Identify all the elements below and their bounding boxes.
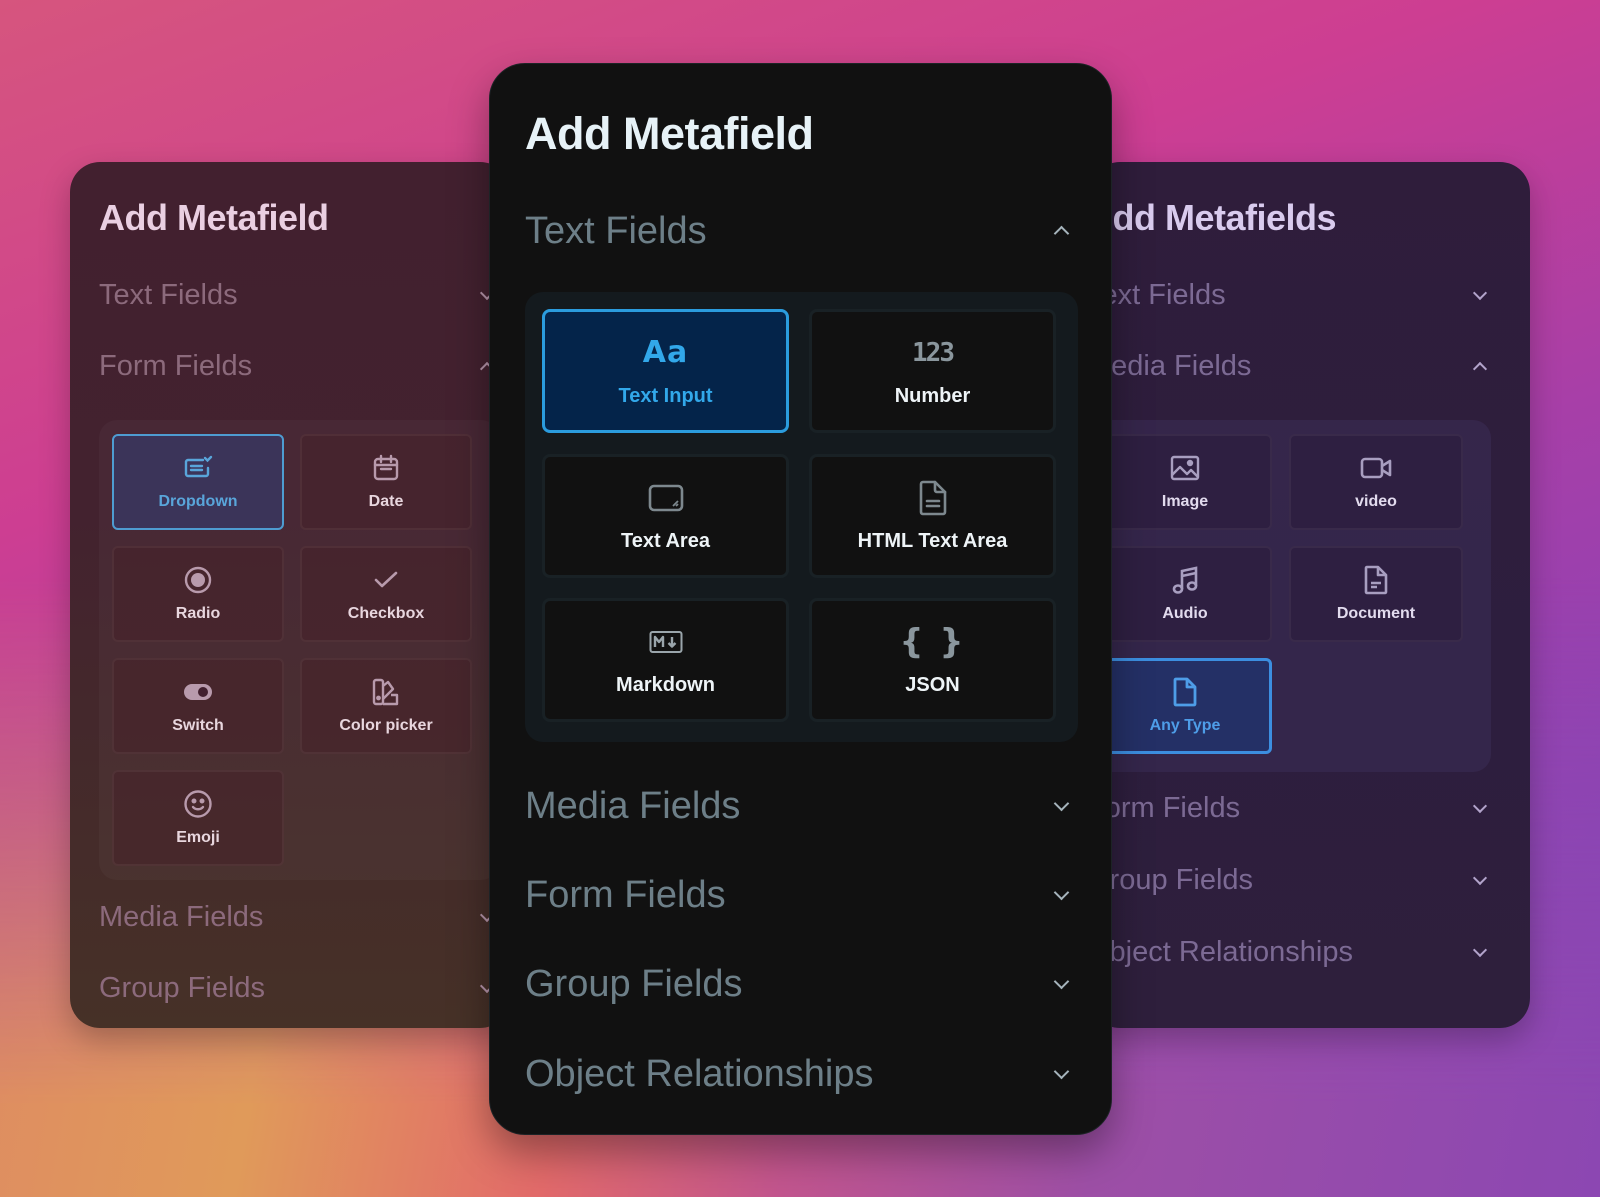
radio-icon [184,565,212,595]
image-icon [1170,453,1200,483]
chevron-up-icon [1054,223,1070,239]
form-fields-grid: Dropdown Date Radio Checkbox Switch Colo… [99,420,499,880]
section-form-fields[interactable]: Form Fields [1087,788,1487,828]
section-label: Media Fields [525,784,741,827]
panel-title: Add Metafields [1087,197,1337,238]
section-label: Object Relationships [1087,935,1353,968]
dropdown-icon [183,453,213,483]
tile-label: Checkbox [347,605,425,622]
chevron-down-icon [1054,798,1070,814]
tile-label: Image [1161,493,1209,510]
chevron-down-icon [1473,288,1487,302]
section-form-fields[interactable]: Form Fields [525,870,1070,920]
tile-label: Emoji [176,829,220,846]
number-123-icon: 123 [912,337,955,368]
tile-emoji[interactable]: Emoji [112,770,284,866]
chevron-down-icon [1473,801,1487,815]
color-swatch-icon [371,677,401,707]
tile-label: Color picker [339,717,433,734]
section-group-fields[interactable]: Group Fields [525,959,1070,1009]
markdown-icon [649,624,683,660]
center-add-metafield-panel: Add Metafield Text Fields Aa Text Input … [489,63,1112,1135]
tile-checkbox[interactable]: Checkbox [300,546,472,642]
tile-json[interactable]: { } JSON [809,598,1056,722]
tile-markdown[interactable]: Markdown [542,598,789,722]
section-label: Text Fields [99,278,238,311]
text-aa-icon: Aa [642,335,689,370]
section-text-fields[interactable]: Text Fields [1087,275,1487,315]
panel-title: Add Metafield [99,197,329,238]
tile-label: video [1355,493,1397,510]
tile-label: JSON [905,673,960,696]
section-object-relationships[interactable]: Object Relationships [1087,932,1487,972]
braces-icon: { } [899,621,966,662]
tile-label: Switch [172,717,224,734]
section-label: Form Fields [525,873,726,916]
section-label: Object Relationships [525,1052,874,1095]
calendar-icon [372,453,400,483]
section-text-fields[interactable]: Text Fields [99,275,494,315]
tile-label: Dropdown [158,493,238,510]
section-label: Text Fields [525,209,707,252]
tile-label: Radio [175,605,221,622]
text-fields-grid: Aa Text Input 123 Number Text Area HTML … [525,292,1078,742]
tile-number[interactable]: 123 Number [809,309,1056,433]
panel-title: Add Metafield [525,108,814,159]
chevron-down-icon [1054,976,1070,992]
tile-label: Text Area [621,529,710,552]
tile-date[interactable]: Date [300,434,472,530]
video-icon [1360,453,1392,483]
chevron-down-icon [1473,873,1487,887]
smiley-icon [183,789,213,819]
chevron-down-icon [1054,1066,1070,1082]
section-label: Form Fields [99,349,253,382]
tile-switch[interactable]: Switch [112,658,284,754]
section-form-fields[interactable]: Form Fields [99,346,494,386]
chevron-down-icon [1054,887,1070,903]
section-group-fields[interactable]: Group Fields [1087,860,1487,900]
section-media-fields[interactable]: Media Fields [1087,346,1487,386]
music-note-icon [1171,565,1199,595]
chevron-up-icon [1473,359,1487,373]
section-media-fields[interactable]: Media Fields [525,781,1070,831]
tile-text-input[interactable]: Aa Text Input [542,309,789,433]
tile-color-picker[interactable]: Color picker [300,658,472,754]
tile-label: Date [368,493,404,510]
tile-text-area[interactable]: Text Area [542,454,789,578]
tile-label: HTML Text Area [857,529,1008,552]
check-icon [373,565,399,595]
tile-html-text-area[interactable]: HTML Text Area [809,454,1056,578]
tile-label: Any Type [1149,717,1221,734]
tile-audio[interactable]: Audio [1098,546,1272,642]
section-media-fields[interactable]: Media Fields [99,897,494,937]
section-label: Media Fields [99,900,264,933]
chevron-down-icon [1473,945,1487,959]
textarea-icon [648,480,684,516]
toggle-icon [183,677,213,707]
tile-video[interactable]: video [1289,434,1463,530]
tile-label: Document [1336,605,1416,622]
section-group-fields[interactable]: Group Fields [99,968,494,1008]
section-object-relationships[interactable]: Object Relationships [525,1049,1070,1099]
tile-dropdown[interactable]: Dropdown [112,434,284,530]
section-label: Group Fields [99,971,266,1004]
tile-label: Audio [1162,605,1208,622]
file-icon [1172,677,1198,707]
tile-image[interactable]: Image [1098,434,1272,530]
section-text-fields[interactable]: Text Fields [525,206,1070,256]
tile-radio[interactable]: Radio [112,546,284,642]
right-add-metafields-panel: Add Metafields Text Fields Media Fields … [1087,162,1530,1028]
tile-any-type[interactable]: Any Type [1098,658,1272,754]
left-add-metafield-panel: Add Metafield Text Fields Form Fields Dr… [70,162,510,1028]
tile-document[interactable]: Document [1289,546,1463,642]
document-icon [1363,565,1389,595]
tile-label: Markdown [616,673,715,696]
media-fields-grid: Image video Audio Document Any Type [1087,420,1491,772]
document-text-icon [918,480,948,516]
tile-label: Number [894,384,971,407]
section-label: Group Fields [525,962,743,1005]
tile-label: Text Input [618,384,713,407]
